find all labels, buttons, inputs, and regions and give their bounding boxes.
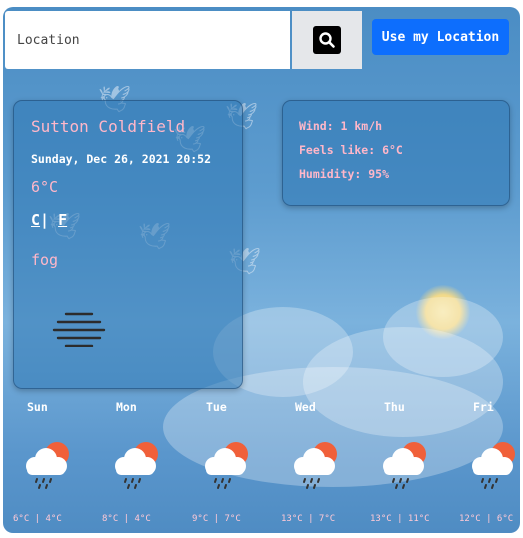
current-temperature: 6°C: [31, 178, 59, 196]
city-name: Sutton Coldfield: [31, 117, 186, 136]
forecast-temp-range: 9°C | 7°C: [192, 514, 241, 524]
cloud-sun-rain-icon: [289, 438, 343, 494]
unit-separator: |: [40, 211, 50, 229]
forecast-temp-range: 6°C | 4°C: [13, 514, 62, 524]
forecast-day-name: Wed: [295, 400, 316, 414]
forecast-day-name: Tue: [206, 400, 227, 414]
date-time: Sunday, Dec 26, 2021 20:52: [31, 152, 212, 166]
fog-icon: [52, 311, 106, 351]
forecast-temp-range: 13°C | 7°C: [281, 514, 336, 524]
forecast-day: Tue 9°C | 7°C: [182, 400, 272, 530]
forecast-day: Mon 8°C | 4°C: [92, 400, 182, 530]
cloud-sun-rain-icon: [110, 438, 164, 494]
forecast-temp-range: 13°C | 11°C: [370, 514, 430, 524]
forecast-day-name: Thu: [384, 400, 405, 414]
unit-toggle: C| F: [31, 211, 67, 229]
forecast-temp-range: 8°C | 4°C: [102, 514, 151, 524]
weather-details-panel: Wind: 1 km/h Feels like: 6°C Humidity: 9…: [282, 100, 510, 206]
forecast-day: Sun 6°C | 4°C: [3, 400, 93, 530]
location-search-input[interactable]: [5, 11, 290, 69]
forecast-day-name: Fri: [473, 400, 494, 414]
search-bar: Use my Location: [3, 7, 520, 69]
forecast-day-name: Sun: [27, 400, 48, 414]
current-weather-panel: Sutton Coldfield Sunday, Dec 26, 2021 20…: [13, 100, 243, 389]
celsius-toggle[interactable]: C: [31, 211, 40, 229]
forecast-day: Thu 13°C | 11°C: [360, 400, 450, 530]
cloud-sun-rain-icon: [200, 438, 254, 494]
forecast-day: Wed 13°C | 7°C: [271, 400, 361, 530]
cloud-sun-rain-icon: [378, 438, 432, 494]
search-button[interactable]: [292, 11, 362, 69]
forecast-strip: Sun 6°C | 4°C Mon 8°C | 4°C Tue 9°C | 7°C Wed 1…: [3, 400, 520, 530]
feels-like: Feels like: 6°C: [299, 143, 403, 157]
forecast-temp-range: 12°C | 6°C: [459, 514, 514, 524]
weather-condition: fog: [31, 251, 59, 269]
weather-app: 🕊 🕊 🕊 🕊 🕊 🕊 Use my Location Sutton Coldf…: [3, 7, 520, 533]
fahrenheit-toggle[interactable]: F: [58, 211, 67, 229]
forecast-day: Fri 12°C | 6°C: [449, 400, 520, 530]
forecast-day-name: Mon: [116, 400, 137, 414]
wind-speed: Wind: 1 km/h: [299, 119, 383, 133]
search-icon: [313, 26, 341, 54]
use-my-location-button[interactable]: Use my Location: [372, 19, 509, 55]
cloud-sun-rain-icon: [21, 438, 75, 494]
humidity: Humidity: 95%: [299, 167, 390, 181]
cloud-sun-rain-icon: [467, 438, 520, 494]
cloud-decoration: [383, 297, 503, 377]
